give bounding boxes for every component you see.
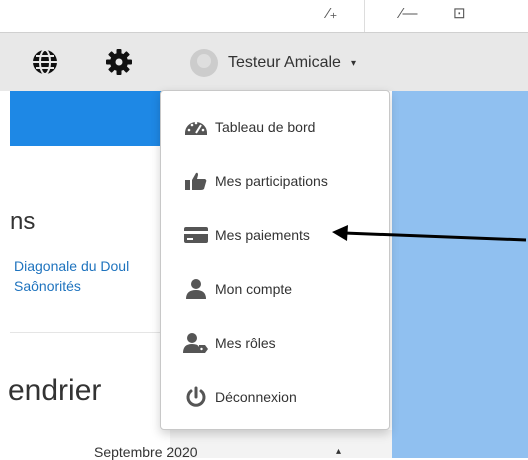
- power-icon: [182, 386, 210, 408]
- menu-item-label: Déconnexion: [215, 389, 297, 405]
- collections-icon[interactable]: ⁄₊: [327, 6, 337, 22]
- avatar: [190, 49, 218, 77]
- menu-item-label: Mon compte: [215, 281, 293, 297]
- dashboard-icon: [182, 116, 210, 138]
- divider: [10, 332, 170, 333]
- calendar-header-bar: [170, 430, 392, 458]
- menu-item-label: Mes rôles: [215, 335, 276, 351]
- gear-icon[interactable]: [104, 47, 134, 77]
- section-heading: ns: [10, 208, 36, 235]
- share-icon[interactable]: ⊡: [453, 6, 466, 22]
- user-name: Testeur Amicale: [228, 54, 341, 71]
- content-card: [10, 146, 170, 458]
- menu-item-participations[interactable]: Mes participations: [182, 167, 328, 195]
- menu-item-account[interactable]: Mon compte: [182, 275, 292, 303]
- event-link[interactable]: Diagonale du Doul: [14, 258, 129, 274]
- page-side-panel: [392, 90, 528, 458]
- menu-item-label: Mes paiements: [215, 227, 310, 243]
- globe-icon[interactable]: [30, 47, 60, 77]
- menu-item-label: Mes participations: [215, 173, 328, 189]
- favorites-list-icon[interactable]: ⁄—: [400, 6, 418, 22]
- credit-card-icon: [182, 224, 210, 246]
- event-link[interactable]: Saônorités: [14, 278, 81, 294]
- browser-toolbar: [0, 0, 528, 32]
- chevron-down-icon: ▾: [350, 57, 356, 69]
- menu-item-roles[interactable]: Mes rôles: [182, 329, 276, 357]
- thumbs-up-icon: [182, 170, 210, 192]
- menu-item-label: Tableau de bord: [215, 119, 316, 135]
- menu-item-payments[interactable]: Mes paiements: [182, 221, 310, 249]
- menu-item-dashboard[interactable]: Tableau de bord: [182, 113, 315, 141]
- user-dropdown-menu: Tableau de bord Mes participations Mes p…: [160, 90, 390, 430]
- toolbar-divider: [364, 0, 365, 32]
- calendar-heading: endrier: [8, 374, 102, 407]
- user-tag-icon: [182, 332, 210, 354]
- page-header-band: [10, 90, 170, 146]
- user-menu-toggle[interactable]: Testeur Amicale ▾: [182, 43, 364, 83]
- annotation-arrow-icon: [332, 225, 527, 242]
- navbar: Testeur Amicale ▾: [0, 32, 528, 91]
- month-toggle-icon[interactable]: ▴: [336, 446, 341, 457]
- user-icon: [182, 278, 210, 300]
- menu-item-logout[interactable]: Déconnexion: [182, 383, 297, 411]
